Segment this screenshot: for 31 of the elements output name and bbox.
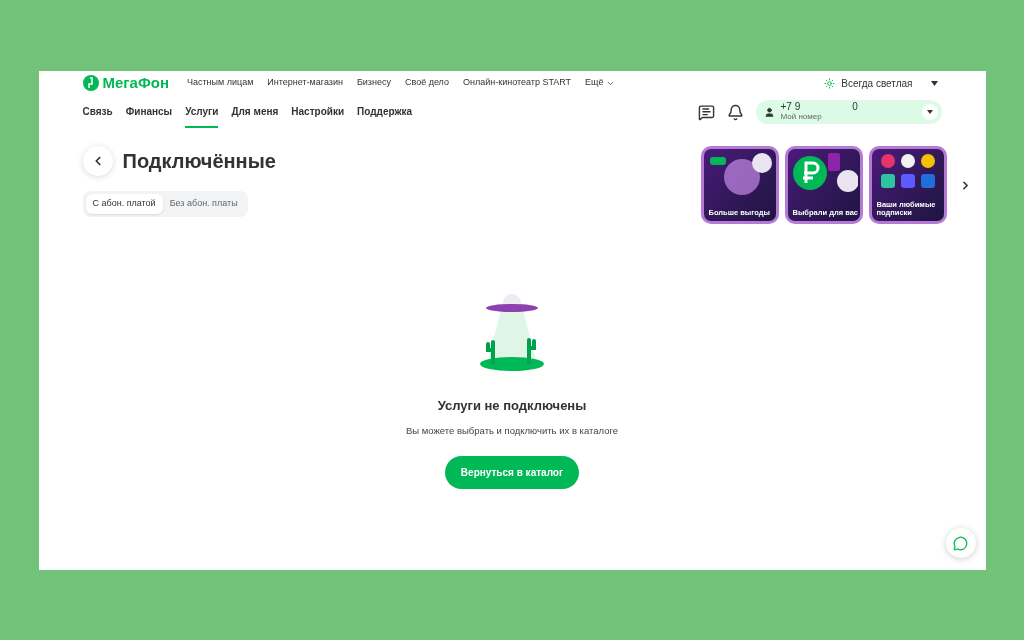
top-link[interactable]: Онлайн-кинотеатр START	[463, 76, 572, 90]
bell-icon[interactable]	[726, 103, 744, 121]
segment-tab[interactable]: С абон. платой	[85, 194, 163, 214]
phone-number-end: 0	[852, 102, 858, 112]
caret-icon	[926, 110, 933, 114]
nav-tab[interactable]: Для меня	[231, 96, 279, 128]
chat-icon[interactable]	[697, 103, 715, 121]
sun-icon	[824, 77, 836, 89]
nav-tab[interactable]: Связь	[82, 96, 113, 128]
account-caption: Мой номер	[780, 112, 823, 122]
caret-button[interactable]	[921, 104, 938, 120]
top-link[interactable]: Интернет-магазин	[267, 76, 343, 90]
segment-tab[interactable]: Без абон. платы	[162, 194, 245, 214]
nav-tab[interactable]: Услуги	[185, 96, 219, 128]
account-selector[interactable]: +7 9 0 Мой номер	[755, 100, 942, 124]
top-link[interactable]: Бизнесу	[356, 76, 391, 90]
dropdown-caret-icon[interactable]	[930, 80, 938, 86]
logo-icon	[82, 75, 99, 91]
nav-tab[interactable]: Финансы	[125, 96, 173, 128]
phone-number: +7 9	[780, 102, 801, 112]
theme-label[interactable]: Всегда светлая	[841, 75, 913, 91]
nav-tab[interactable]: Поддержка	[357, 96, 413, 128]
chat-bubble-icon	[953, 535, 968, 551]
top-link[interactable]: Частным лицам	[186, 76, 254, 90]
nav-tab[interactable]: Настройки	[291, 96, 345, 128]
page-title: Подключённые	[122, 149, 276, 174]
empty-description: Вы можете выбрать и подключить их в каталоге	[405, 423, 619, 438]
empty-title: Услуги не подключены	[437, 397, 587, 415]
user-icon	[763, 106, 775, 118]
more-menu[interactable]: Ещё	[585, 76, 615, 90]
top-link[interactable]: Своё дело	[404, 76, 449, 90]
